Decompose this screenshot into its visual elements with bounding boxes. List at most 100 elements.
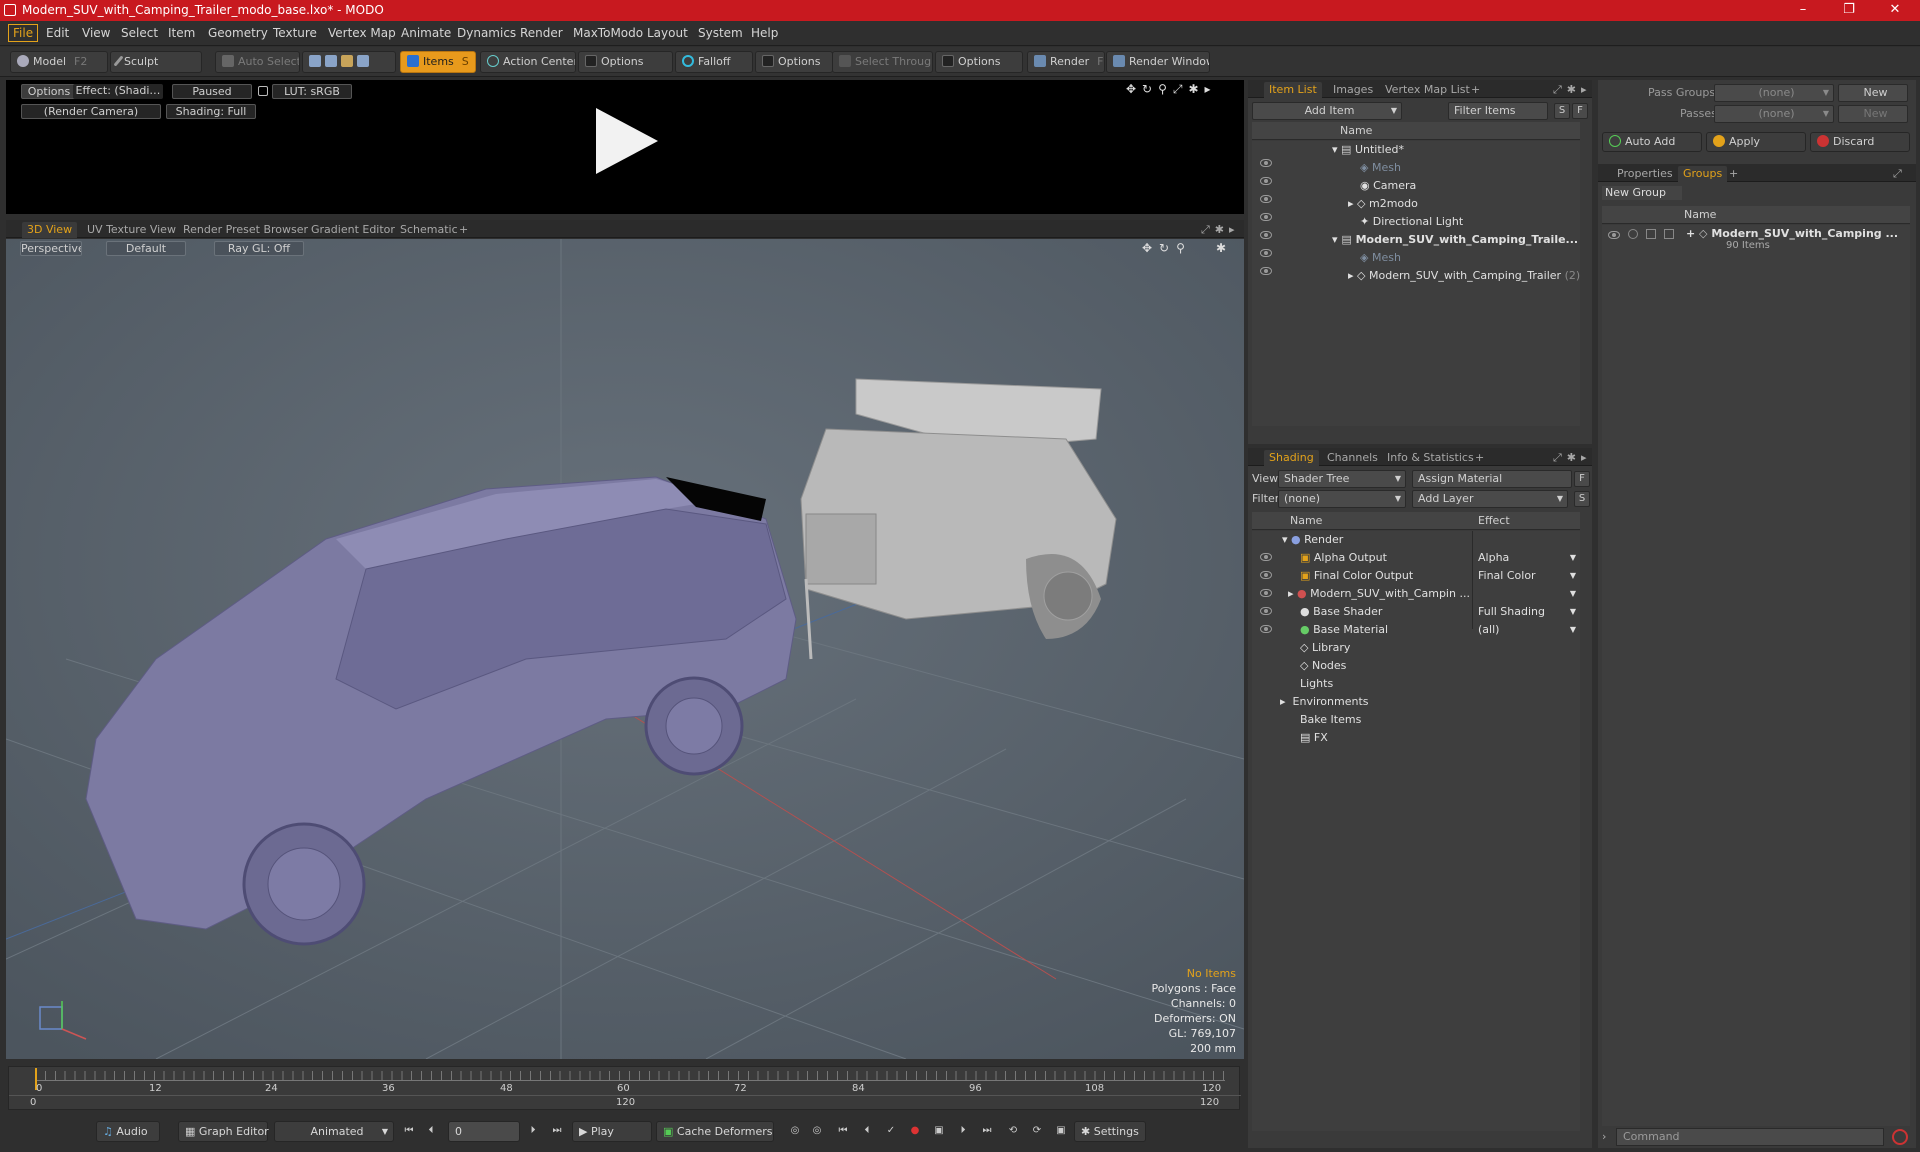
shader-row-bake-items[interactable]: Bake Items (1300, 711, 1361, 729)
shader-row-material-group[interactable]: ▸ ● Modern_SUV_with_Campin ... (1288, 585, 1470, 603)
tab-channels[interactable]: Channels (1322, 450, 1383, 466)
render-toggle-icon[interactable] (1628, 229, 1638, 239)
play-button[interactable]: ▶ Play (572, 1121, 652, 1142)
tab-images[interactable]: Images (1328, 82, 1378, 98)
edge-mode-icon[interactable] (325, 55, 337, 67)
shading-s-button[interactable]: S (1574, 491, 1590, 507)
record-icon[interactable]: ● (906, 1122, 924, 1141)
lock-icon[interactable] (258, 86, 268, 96)
preview-lut-dropdown[interactable]: LUT: sRGB (272, 84, 352, 99)
add-tab-icon[interactable]: + (1470, 450, 1489, 466)
discard-button[interactable]: Discard (1810, 132, 1910, 152)
viewport-panel-icons[interactable]: ⤢✱▸ (1196, 222, 1245, 238)
new-pass-button[interactable]: New (1838, 105, 1908, 123)
viewport-nav-icons[interactable]: ✥↻⚲ (1142, 241, 1192, 255)
tab-uv-texture-view[interactable]: UV Texture View (82, 222, 181, 238)
shader-row-alpha-output[interactable]: ▣ Alpha Output (1300, 549, 1387, 567)
add-tab-icon[interactable]: + (454, 222, 473, 238)
add-tab-icon[interactable]: + (1724, 166, 1743, 182)
preview-shading-dropdown[interactable]: Shading: Full (166, 104, 256, 119)
preview-options-button[interactable]: Options (21, 84, 77, 99)
settings-button[interactable]: ✱ Settings (1074, 1121, 1146, 1142)
key-selected-icon[interactable]: ▣ (930, 1122, 948, 1141)
tab-item-list[interactable]: Item List (1264, 82, 1322, 98)
sync-icon[interactable]: ⟳ (1028, 1122, 1046, 1141)
last-frame-icon[interactable]: ⏭ (548, 1122, 566, 1141)
sculpt-mode-button[interactable]: Sculpt (110, 51, 202, 73)
tab-schematic[interactable]: Schematic (395, 222, 463, 238)
animated-dropdown[interactable]: Animated ▼ (274, 1121, 394, 1142)
tab-3d-view[interactable]: 3D View (22, 222, 78, 238)
next-frame-icon[interactable]: ⏵ (524, 1122, 542, 1141)
menu-maxtomodo[interactable]: MaxToModo (573, 26, 643, 40)
auto-select-button[interactable]: Auto Select (215, 51, 300, 73)
render-window-button[interactable]: Render Window (1106, 51, 1210, 73)
falloff-button[interactable]: Falloff (675, 51, 753, 73)
model-mode-button[interactable]: Model F2 (10, 51, 108, 73)
menu-help[interactable]: Help (751, 26, 778, 40)
polygon-mode-icon[interactable] (341, 55, 353, 67)
tab-render-preset-browser[interactable]: Render Preset Browser (178, 222, 313, 238)
preview-nav-icons[interactable]: ✥↻⚲⤢✱▸ (1126, 82, 1217, 97)
next-key-icon[interactable]: ⏭ (978, 1122, 996, 1141)
add-layer-dropdown[interactable]: Add Layer ▼ (1412, 490, 1568, 508)
shader-row-base-material[interactable]: ● Base Material (1300, 621, 1388, 639)
perspective-dropdown[interactable]: Perspective (20, 241, 82, 256)
add-item-dropdown[interactable]: Add Item ▼ (1252, 102, 1402, 120)
shader-row-nodes[interactable]: ◇ Nodes (1300, 657, 1346, 675)
menu-view[interactable]: View (82, 26, 110, 40)
add-tab-icon[interactable]: + (1466, 82, 1485, 98)
preview-paused-toggle[interactable]: Paused (172, 84, 252, 99)
next-key-small-icon[interactable]: ⏵ (954, 1122, 972, 1141)
effect-alpha-dropdown[interactable]: Alpha ▼ (1478, 549, 1576, 567)
menu-dynamics[interactable]: Dynamics (457, 26, 516, 40)
prev-frame-icon[interactable]: ⏴ (422, 1122, 440, 1141)
apply-button[interactable]: Apply (1706, 132, 1806, 152)
maximize-button[interactable]: ❐ (1826, 0, 1872, 21)
shader-row-library[interactable]: ◇ Library (1300, 639, 1350, 657)
shader-row-render[interactable]: ▾ ● Render (1282, 531, 1343, 549)
passes-dropdown[interactable]: (none) ▼ (1714, 105, 1834, 123)
menu-file[interactable]: File (8, 24, 39, 42)
command-input[interactable]: Command (1616, 1128, 1884, 1146)
lock-toggle-icon[interactable] (1646, 229, 1656, 239)
graph-editor-button[interactable]: ▦ Graph Editor (178, 1121, 269, 1142)
vertex-mode-icon[interactable] (309, 55, 321, 67)
tab-properties[interactable]: Properties (1612, 166, 1678, 182)
range-start[interactable]: 0 (30, 1097, 36, 1108)
filter-f-button[interactable]: F (1572, 103, 1588, 119)
prev-key-icon[interactable]: ⏮ (834, 1122, 852, 1141)
menu-render[interactable]: Render (520, 26, 563, 40)
tab-shading[interactable]: Shading (1264, 450, 1319, 466)
shader-row-environments[interactable]: ▸ Environments (1280, 693, 1368, 711)
tab-gradient-editor[interactable]: Gradient Editor (306, 222, 400, 238)
command-history-icon[interactable] (1892, 1129, 1908, 1145)
shader-row-lights[interactable]: Lights (1300, 675, 1333, 693)
effect-material-group-dropdown[interactable]: ▼ (1478, 585, 1576, 603)
tab-vertex-map-list[interactable]: Vertex Map List (1380, 82, 1475, 98)
tab-groups[interactable]: Groups (1678, 166, 1728, 182)
render-button[interactable]: RenderF9 (1027, 51, 1105, 73)
menu-select[interactable]: Select (121, 26, 158, 40)
panel-icons[interactable]: ⤢✱▸ (1548, 450, 1597, 466)
new-group-button[interactable]: New Group (1602, 186, 1682, 200)
filter-dropdown[interactable]: (none) ▼ (1278, 490, 1406, 508)
new-pass-group-button[interactable]: New (1838, 84, 1908, 102)
assign-material-button[interactable]: Assign Material (1412, 470, 1572, 488)
minimize-button[interactable]: – (1780, 0, 1826, 21)
3d-viewport[interactable]: Perspective Default Ray GL: Off ✥↻⚲ ✱ No… (6, 239, 1244, 1059)
menu-system[interactable]: System (698, 26, 743, 40)
raygl-toggle[interactable]: Ray GL: Off (214, 241, 304, 256)
tree-item-camera[interactable]: ◉ Camera (1360, 177, 1416, 195)
pass-groups-dropdown[interactable]: (none) ▼ (1714, 84, 1834, 102)
tab-info-statistics[interactable]: Info & Statistics (1382, 450, 1479, 466)
close-button[interactable]: ✕ (1872, 0, 1918, 21)
selection-mode-buttons[interactable] (302, 51, 396, 73)
items-mode-button[interactable]: Items S (400, 51, 476, 73)
audio-scrub-icon[interactable]: ▣ (1052, 1122, 1070, 1141)
menu-geometry[interactable]: Geometry (208, 26, 268, 40)
menu-texture[interactable]: Texture (273, 26, 317, 40)
tree-item-mesh[interactable]: ◈ Mesh (1360, 159, 1401, 177)
play-icon[interactable] (596, 108, 658, 174)
range-end[interactable]: 120 (1200, 1097, 1219, 1108)
